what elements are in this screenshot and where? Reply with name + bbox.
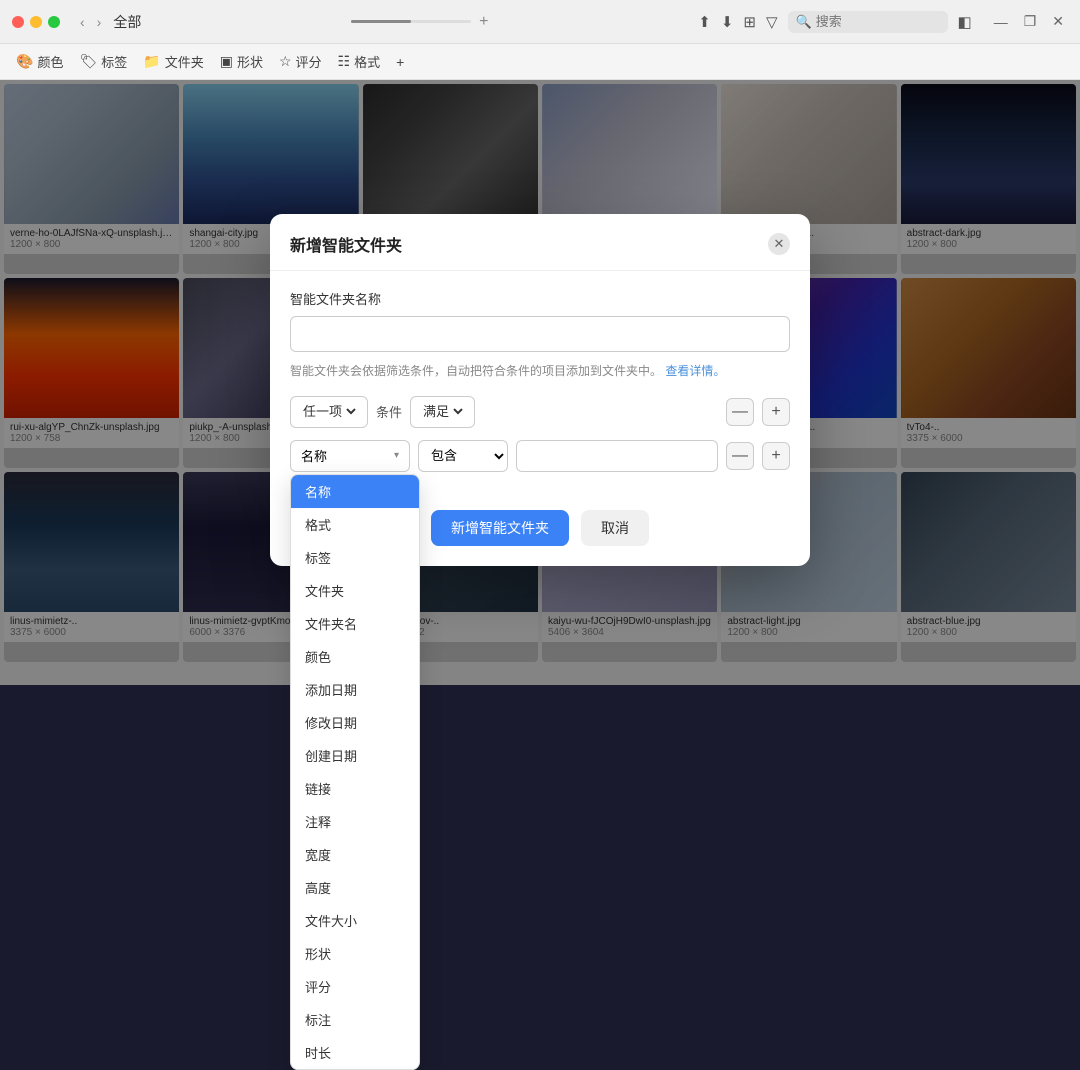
toolbar-tag[interactable]: 🏷 标签: [79, 52, 127, 71]
navigation: ‹ › 全部: [76, 12, 141, 32]
toolbar-format-label: 格式: [354, 52, 380, 71]
titlebar-middle: +: [149, 13, 690, 31]
win-close-icon[interactable]: ✕: [1048, 11, 1068, 32]
color-icon: 🎨: [16, 53, 33, 70]
dropdown-item-shape[interactable]: 形状: [291, 937, 419, 970]
titlebar-right: ⬆ ⬇ ⊞ ▽ 🔍 ◧ — ❐ ✕: [698, 11, 1068, 33]
dropdown-item-rating[interactable]: 评分: [291, 970, 419, 1003]
window-controls: [12, 16, 60, 28]
toolbar-rating[interactable]: ☆ 评分: [279, 52, 322, 71]
toolbar-folder-label: 文件夹: [165, 52, 204, 71]
main-content: verne-ho-0LAJfSNa-xQ-unsplash.jpg 1200 ×…: [0, 80, 1080, 685]
condition-label: 条件: [376, 402, 402, 421]
progress-fill: [351, 20, 411, 23]
dropdown-item-width[interactable]: 宽度: [291, 838, 419, 871]
tag-icon: 🏷: [79, 53, 97, 70]
dialog-header: 新增智能文件夹 ✕: [270, 214, 810, 271]
field-dropdown-trigger[interactable]: 名称 ▾: [290, 440, 410, 472]
any-item-select[interactable]: 任一项: [290, 396, 368, 428]
dropdown-item-moddate[interactable]: 修改日期: [291, 706, 419, 739]
dropdown-item-annotation[interactable]: 标注: [291, 1003, 419, 1036]
share-icon[interactable]: ⬆: [698, 13, 711, 31]
filter-row: 任一项 条件 满足 — +: [290, 396, 790, 428]
name-field-label: 智能文件夹名称: [290, 289, 790, 308]
condition-minus-button[interactable]: —: [726, 442, 754, 470]
toolbar-color-label: 颜色: [37, 52, 63, 71]
win-controls: — ❐ ✕: [990, 11, 1068, 32]
toolbar-tag-label: 标签: [101, 52, 127, 71]
format-icon: ☷: [338, 53, 351, 70]
dialog-body: 智能文件夹名称 智能文件夹会依据筛选条件，自动把符合条件的项目添加到文件夹中。 …: [270, 271, 810, 494]
win-restore-icon[interactable]: ❐: [1020, 11, 1041, 32]
field-dropdown-menu[interactable]: 名称 格式 标签 文件夹 文件夹名 颜色 添加日期 修改日期 创建日期 链接 注…: [290, 474, 420, 1070]
titlebar: ‹ › 全部 + ⬆ ⬇ ⊞ ▽ 🔍 ◧ — ❐ ✕: [0, 0, 1080, 44]
confirm-button[interactable]: 新增智能文件夹: [431, 510, 569, 546]
toolbar-rating-label: 评分: [296, 52, 322, 71]
toolbar-format[interactable]: ☷ 格式: [338, 52, 381, 71]
back-arrow-icon[interactable]: ‹: [76, 12, 89, 32]
toolbar-shape-label: 形状: [237, 52, 263, 71]
dropdown-item-filesize[interactable]: 文件大小: [291, 904, 419, 937]
search-box[interactable]: 🔍: [788, 11, 948, 33]
filter-plus-button[interactable]: +: [762, 398, 790, 426]
any-item-dropdown[interactable]: 任一项: [299, 403, 359, 420]
cancel-button[interactable]: 取消: [581, 510, 649, 546]
dropdown-item-name[interactable]: 名称: [291, 475, 419, 508]
chevron-down-icon: ▾: [394, 450, 399, 461]
satisfy-select[interactable]: 满足: [410, 396, 475, 428]
dialog-title: 新增智能文件夹: [290, 232, 402, 256]
page-title: 全部: [113, 12, 141, 32]
hint-link[interactable]: 查看详情。: [665, 364, 725, 378]
grid-icon[interactable]: ⊞: [743, 13, 756, 31]
dropdown-item-height[interactable]: 高度: [291, 871, 419, 904]
forward-arrow-icon[interactable]: ›: [93, 12, 106, 32]
dropdown-item-createdate[interactable]: 创建日期: [291, 739, 419, 772]
toolbar: 🎨 颜色 🏷 标签 📁 文件夹 ▣ 形状 ☆ 评分 ☷ 格式 +: [0, 44, 1080, 80]
condition-plus-button[interactable]: +: [762, 442, 790, 470]
folder-icon: 📁: [143, 53, 160, 70]
dropdown-item-duration[interactable]: 时长: [291, 1036, 419, 1069]
satisfy-dropdown[interactable]: 满足: [419, 403, 466, 420]
dropdown-item-color[interactable]: 颜色: [291, 640, 419, 673]
dropdown-item-link[interactable]: 链接: [291, 772, 419, 805]
toolbar-shape[interactable]: ▣ 形状: [220, 52, 263, 71]
dropdown-item-folder[interactable]: 文件夹: [291, 574, 419, 607]
dropdown-item-tag[interactable]: 标签: [291, 541, 419, 574]
condition-value-input[interactable]: [516, 440, 718, 472]
progress-bar: [351, 20, 471, 23]
maximize-button[interactable]: [48, 16, 60, 28]
dropdown-item-note[interactable]: 注释: [291, 805, 419, 838]
star-icon: ☆: [279, 53, 292, 70]
contains-select[interactable]: 包含: [418, 440, 508, 472]
dialog-close-button[interactable]: ✕: [768, 233, 790, 255]
dropdown-item-format[interactable]: 格式: [291, 508, 419, 541]
search-icon: 🔍: [796, 14, 812, 30]
toolbar-add[interactable]: +: [396, 54, 404, 70]
folder-name-input[interactable]: [290, 316, 790, 352]
download-icon[interactable]: ⬇: [721, 13, 734, 31]
close-button[interactable]: [12, 16, 24, 28]
condition-row: 名称 ▾ 名称 格式 标签 文件夹 文件夹名 颜色 添加日期 修改日期 创建日期: [290, 440, 790, 472]
shape-icon: ▣: [220, 53, 233, 70]
sidebar-icon[interactable]: ◧: [958, 13, 972, 31]
toolbar-plus-icon: +: [396, 54, 404, 70]
search-input[interactable]: [816, 14, 936, 29]
toolbar-folder[interactable]: 📁 文件夹: [143, 52, 203, 71]
field-dropdown-wrapper: 名称 ▾ 名称 格式 标签 文件夹 文件夹名 颜色 添加日期 修改日期 创建日期: [290, 440, 410, 472]
dropdown-item-adddate[interactable]: 添加日期: [291, 673, 419, 706]
add-icon[interactable]: +: [479, 13, 488, 31]
field-selected-value: 名称: [301, 446, 327, 465]
hint-text: 智能文件夹会依据筛选条件，自动把符合条件的项目添加到文件夹中。 查看详情。: [290, 362, 790, 380]
smart-folder-dialog: 新增智能文件夹 ✕ 智能文件夹名称 智能文件夹会依据筛选条件，自动把符合条件的项…: [270, 214, 810, 566]
filter-icon[interactable]: ▽: [766, 13, 778, 31]
minimize-button[interactable]: [30, 16, 42, 28]
toolbar-color[interactable]: 🎨 颜色: [16, 52, 63, 71]
filter-minus-button[interactable]: —: [726, 398, 754, 426]
win-min-icon[interactable]: —: [990, 12, 1012, 32]
dropdown-item-foldername[interactable]: 文件夹名: [291, 607, 419, 640]
